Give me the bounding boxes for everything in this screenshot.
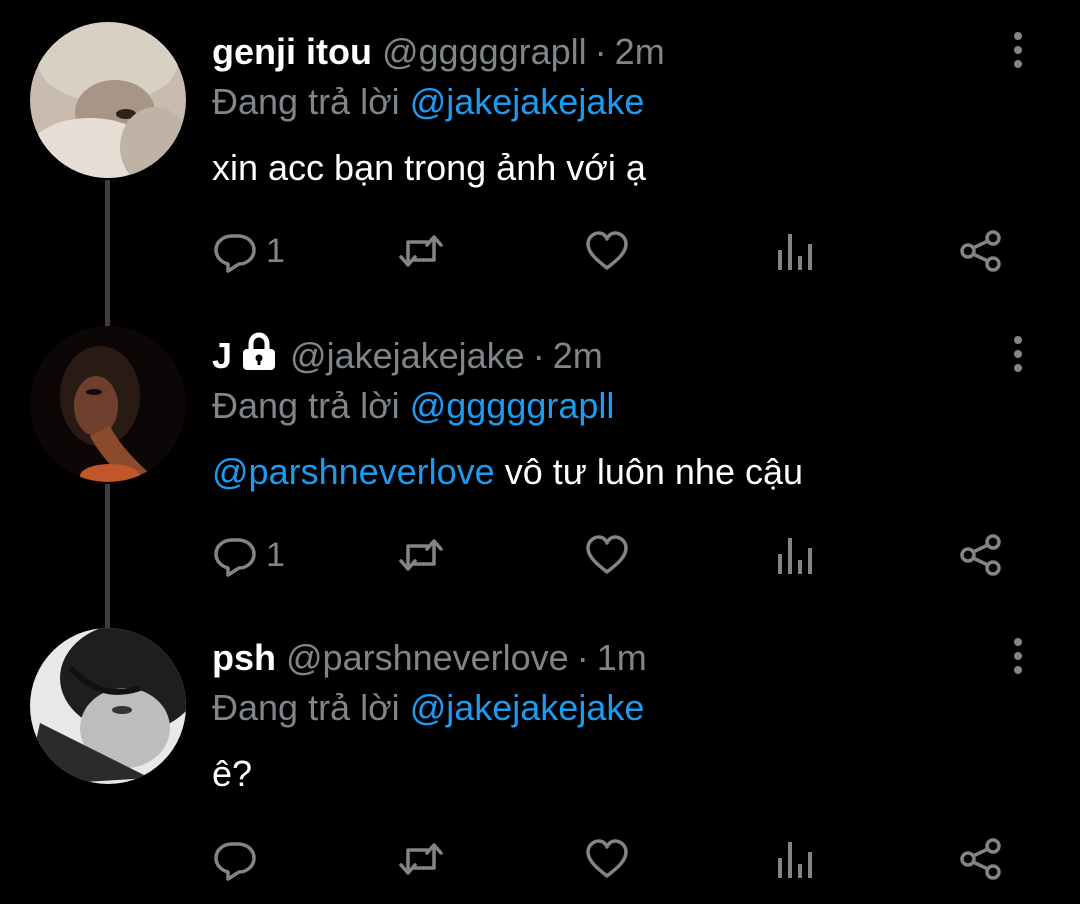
replying-to-label: Đang trả lời <box>212 81 400 122</box>
heart-icon <box>586 535 628 574</box>
tweet-actions: 1 <box>212 530 1032 580</box>
replying-to: Đang trả lời @gggggrapll <box>212 382 614 430</box>
share-icon <box>960 838 1001 880</box>
like-button[interactable] <box>584 226 630 276</box>
replying-to-handle-link[interactable]: @jakejakejake <box>410 81 645 122</box>
reply-icon <box>214 538 256 577</box>
display-name[interactable]: J <box>212 335 232 376</box>
tweet[interactable]: psh @parshneverlove · 1m Đang trả lời @jake… <box>0 604 1080 904</box>
replying-to: Đang trả lời @jakejakejake <box>212 684 644 732</box>
reply-count: 1 <box>266 535 285 574</box>
separator-dot: · <box>594 31 607 72</box>
retweet-button[interactable] <box>398 530 444 580</box>
reply-button[interactable]: 1 <box>212 530 285 580</box>
retweet-button[interactable] <box>398 834 444 884</box>
tweet-text: xin acc bạn trong ảnh với ạ <box>212 144 646 192</box>
tweet-text-body: ê? <box>212 753 253 794</box>
analytics-button[interactable] <box>774 530 820 580</box>
like-button[interactable] <box>584 834 630 884</box>
like-button[interactable] <box>584 530 630 580</box>
retweet-icon <box>399 235 443 267</box>
avatar[interactable] <box>30 22 186 178</box>
retweet-icon <box>399 843 443 875</box>
retweet-button[interactable] <box>398 226 444 276</box>
tweet-header: J @jakejakejake · 2m <box>212 332 603 380</box>
display-name[interactable]: genji itou <box>212 31 372 72</box>
share-button[interactable] <box>958 530 1004 580</box>
reply-icon <box>214 234 256 273</box>
avatar[interactable] <box>30 326 186 482</box>
analytics-icon <box>778 538 812 574</box>
handle[interactable]: @parshneverlove <box>286 637 569 678</box>
handle[interactable]: @gggggrapll <box>382 31 587 72</box>
separator-dot: · <box>532 335 545 376</box>
replying-to-label: Đang trả lời <box>212 385 400 426</box>
replying-to: Đang trả lời @jakejakejake <box>212 78 644 126</box>
tweet-actions <box>212 834 1032 884</box>
tweet-text: @parshneverlove vô tư luôn nhe cậu <box>212 448 803 496</box>
replying-to-label: Đang trả lời <box>212 687 400 728</box>
share-button[interactable] <box>958 226 1004 276</box>
tweet-header: psh @parshneverlove · 1m <box>212 634 647 682</box>
reply-count: 1 <box>266 231 285 270</box>
tweet-text: ê? <box>212 750 252 798</box>
reply-button[interactable] <box>212 834 258 884</box>
tweet-text-body: xin acc bạn trong ảnh với ạ <box>212 147 646 188</box>
more-vertical-icon[interactable] <box>1000 30 1036 70</box>
tweet-header: genji itou @gggggrapll · 2m <box>212 28 665 76</box>
reply-button[interactable]: 1 <box>212 226 285 276</box>
reply-icon <box>214 842 256 881</box>
mention-link[interactable]: @parshneverlove <box>212 451 495 492</box>
timestamp[interactable]: 2m <box>553 335 603 376</box>
retweet-icon <box>399 539 443 571</box>
analytics-button[interactable] <box>774 834 820 884</box>
more-vertical-icon[interactable] <box>1000 334 1036 374</box>
analytics-icon <box>778 842 812 878</box>
more-vertical-icon[interactable] <box>1000 636 1036 676</box>
tweet-thread: genji itou @gggggrapll · 2m Đang trả lời @j… <box>0 0 1080 893</box>
analytics-icon <box>778 234 812 270</box>
tweet[interactable]: J @jakejakejake · 2m Đang trả lời @gggggra… <box>0 302 1080 602</box>
share-icon <box>960 230 1001 272</box>
heart-icon <box>586 231 628 270</box>
tweet-text-body: vô tư luôn nhe cậu <box>494 451 804 492</box>
avatar[interactable] <box>30 628 186 784</box>
replying-to-handle-link[interactable]: @jakejakejake <box>410 687 645 728</box>
lock-icon <box>243 332 276 370</box>
timestamp[interactable]: 1m <box>597 637 647 678</box>
handle[interactable]: @jakejakejake <box>290 335 525 376</box>
share-button[interactable] <box>958 834 1004 884</box>
timestamp[interactable]: 2m <box>615 31 665 72</box>
share-icon <box>960 534 1001 576</box>
analytics-button[interactable] <box>774 226 820 276</box>
separator-dot: · <box>576 637 589 678</box>
heart-icon <box>586 839 628 878</box>
tweet-actions: 1 <box>212 226 1032 276</box>
display-name[interactable]: psh <box>212 637 276 678</box>
replying-to-handle-link[interactable]: @gggggrapll <box>410 385 615 426</box>
tweet[interactable]: genji itou @gggggrapll · 2m Đang trả lời @j… <box>0 0 1080 300</box>
